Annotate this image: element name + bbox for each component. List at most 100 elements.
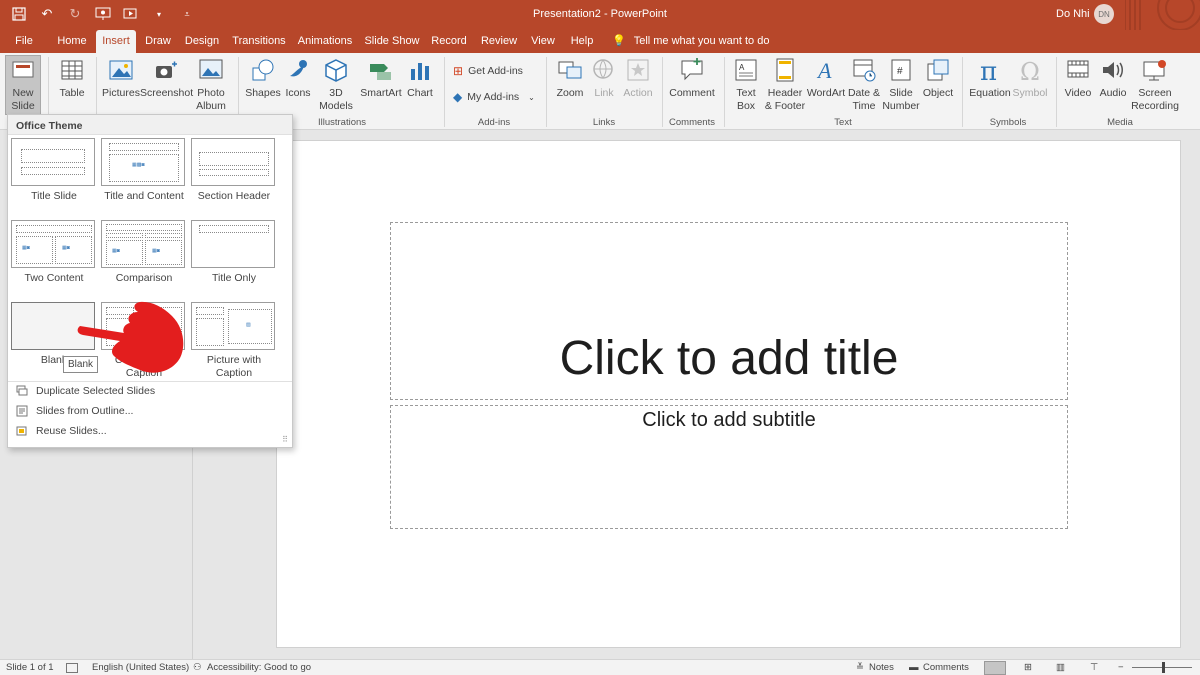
zoom-out-icon[interactable]: − <box>1118 662 1124 673</box>
layout-thumbnail: ▦◙ ▦◙ <box>101 220 185 268</box>
camera-icon <box>156 61 177 78</box>
comment-icon <box>681 58 703 81</box>
layout-two-content[interactable]: ▦◙ ▦◙ Two Content <box>11 220 97 285</box>
my-addins-button[interactable]: ◆ My Add-ins ⌄ <box>453 90 535 104</box>
reading-view-icon[interactable]: ▥ <box>1056 662 1065 673</box>
status-bar: Slide 1 of 1 English (United States) ⚇ A… <box>0 659 1200 675</box>
text-box-button[interactable]: A Text Box <box>730 56 762 113</box>
normal-view-button[interactable] <box>984 661 1006 675</box>
photo-album-button[interactable]: Photo Album <box>191 56 231 113</box>
slide-number-icon: # <box>891 59 911 81</box>
photo-album-label: Photo <box>197 87 225 99</box>
layout-label: Comparison <box>115 272 173 284</box>
slide-number-button[interactable]: # Slide Number <box>882 56 920 113</box>
new-slide-button[interactable]: New Slide <box>5 55 41 115</box>
tab-slide-show[interactable]: Slide Show <box>362 30 422 53</box>
tab-draw[interactable]: Draw <box>140 30 176 53</box>
get-addins-label: Get Add-ins <box>468 65 523 77</box>
layout-title-slide[interactable]: Title Slide <box>11 138 97 203</box>
layout-title-only[interactable]: Title Only <box>191 220 277 285</box>
date-time-label: Date & <box>847 87 881 99</box>
zoom-slider-thumb[interactable] <box>1162 662 1165 673</box>
layout-label: Section Header <box>197 190 271 202</box>
content-icons: ▦◙ <box>112 248 120 254</box>
content-icons: ▦◙ <box>62 245 70 251</box>
header-footer-button[interactable]: Header & Footer <box>762 56 808 113</box>
tab-insert[interactable]: Insert <box>96 30 136 53</box>
spellcheck-icon[interactable] <box>66 663 78 673</box>
resize-grip-icon[interactable]: ⠿ <box>282 435 288 444</box>
new-slide-gallery: Office Theme Title Slide ▦▩◙ Title and C… <box>7 114 293 448</box>
zoom-label: Zoom <box>556 87 584 99</box>
object-label: Object <box>922 87 954 99</box>
slide-sorter-view-icon[interactable]: ⊞ <box>1024 662 1032 673</box>
icons-label: Icons <box>285 87 311 99</box>
document-title: Presentation2 - PowerPoint <box>533 8 667 20</box>
title-placeholder[interactable]: Click to add title <box>390 222 1068 400</box>
tab-record[interactable]: Record <box>428 30 470 53</box>
layout-label: Title Only <box>212 272 256 284</box>
tab-transitions[interactable]: Transitions <box>230 30 288 53</box>
comments-icon: ▬ <box>909 662 919 673</box>
3d-models-button[interactable]: 3D Models <box>314 56 358 113</box>
tell-me-label: Tell me what you want to do <box>633 35 770 47</box>
tab-animations[interactable]: Animations <box>294 30 356 53</box>
shapes-label: Shapes <box>245 87 281 99</box>
comment-button[interactable]: Comment <box>666 56 718 100</box>
zoom-button[interactable]: Zoom <box>552 56 588 100</box>
slides-from-outline-item[interactable]: Slides from Outline... <box>16 405 133 417</box>
date-time-button[interactable]: Date & Time <box>846 56 882 113</box>
group-separator <box>724 57 725 127</box>
tell-me-search[interactable]: 💡 Tell me what you want to do <box>612 30 769 53</box>
icons-button[interactable]: Icons <box>282 56 314 100</box>
duplicate-selected-slides-item[interactable]: Duplicate Selected Slides <box>16 385 155 397</box>
pictures-icon <box>109 60 133 80</box>
link-button[interactable]: Link <box>588 56 620 100</box>
object-button[interactable]: Object <box>920 56 956 100</box>
my-addins-label: My Add-ins <box>467 91 520 103</box>
tab-view[interactable]: View <box>527 30 559 53</box>
chart-button[interactable]: Chart <box>404 56 436 100</box>
smartart-button[interactable]: SmartArt <box>358 56 404 100</box>
gallery-divider <box>8 381 292 382</box>
comments-button[interactable]: Comments <box>923 662 969 673</box>
title-bar-decoration <box>1125 0 1200 30</box>
user-name[interactable]: Do Nhi <box>1056 8 1090 20</box>
audio-button[interactable]: Audio <box>1096 56 1130 100</box>
tab-help[interactable]: Help <box>567 30 597 53</box>
wordart-button[interactable]: A WordArt <box>806 56 846 100</box>
subtitle-placeholder[interactable]: Click to add subtitle <box>390 405 1068 529</box>
avatar[interactable]: DN <box>1094 4 1114 24</box>
equation-button[interactable]: π Equation <box>966 56 1014 100</box>
link-label: Link <box>594 87 614 99</box>
action-button[interactable]: Action <box>620 56 656 100</box>
layout-label: Title and Content <box>104 190 184 202</box>
language-status[interactable]: English (United States) <box>92 662 189 673</box>
notes-button[interactable]: Notes <box>869 662 894 673</box>
layout-thumbnail: ▧ <box>191 302 275 350</box>
header-footer-label-2: & Footer <box>764 100 806 112</box>
svg-text:π: π <box>980 57 997 84</box>
reuse-slides-item[interactable]: Reuse Slides... <box>16 425 107 437</box>
layout-comparison[interactable]: ▦◙ ▦◙ Comparison <box>101 220 187 285</box>
video-button[interactable]: Video <box>1062 56 1094 100</box>
symbol-button[interactable]: Ω Symbol <box>1012 56 1048 100</box>
tab-home[interactable]: Home <box>52 30 92 53</box>
tab-review[interactable]: Review <box>478 30 520 53</box>
table-button[interactable]: Table <box>55 56 89 100</box>
3d-models-label-2: Models <box>319 100 353 112</box>
subtitle-placeholder-text: Click to add subtitle <box>642 409 816 431</box>
tab-design[interactable]: Design <box>181 30 223 53</box>
layout-title-and-content[interactable]: ▦▩◙ Title and Content <box>101 138 187 203</box>
screen-recording-button[interactable]: Screen Recording <box>1130 56 1180 113</box>
accessibility-status[interactable]: Accessibility: Good to go <box>207 662 311 673</box>
smartart-label: SmartArt <box>360 87 402 99</box>
get-addins-button[interactable]: ⊞ Get Add-ins <box>453 64 523 78</box>
tab-file[interactable]: File <box>10 30 38 53</box>
layout-section-header[interactable]: Section Header <box>191 138 277 203</box>
slide-show-view-icon[interactable]: ⊤ <box>1090 662 1098 673</box>
layout-picture-with-caption[interactable]: ▧ Picture with Caption <box>191 302 277 380</box>
screenshot-button[interactable]: Screenshot <box>140 56 193 100</box>
pictures-button[interactable]: Pictures <box>101 56 141 100</box>
shapes-button[interactable]: Shapes <box>244 56 282 100</box>
